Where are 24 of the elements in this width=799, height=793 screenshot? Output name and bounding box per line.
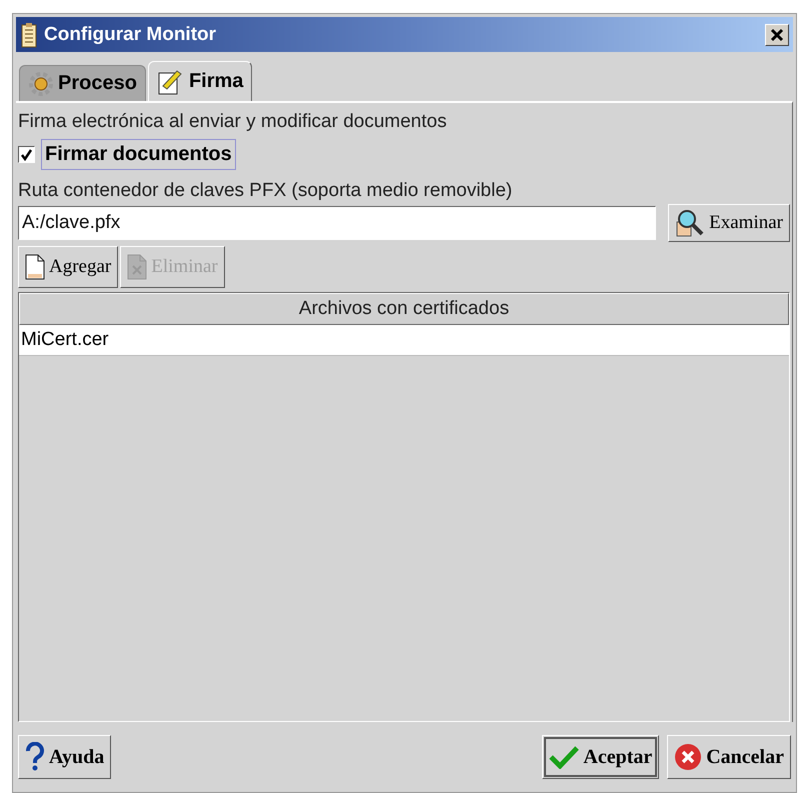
add-button[interactable]: Agregar: [18, 246, 118, 288]
accept-button[interactable]: Aceptar: [542, 735, 660, 779]
tab[interactable]: Firma: [148, 61, 252, 102]
browse-button[interactable]: Examinar: [668, 204, 790, 242]
document-icon: [127, 254, 148, 280]
close-button[interactable]: [765, 24, 789, 46]
cancel-button[interactable]: Cancelar: [667, 735, 791, 779]
checkbox[interactable]: [18, 146, 35, 164]
section-label: Firma electrónica al enviar y modificar documentos: [18, 111, 448, 134]
tab[interactable]: Proceso: [19, 65, 146, 102]
document-icon: [25, 254, 45, 280]
window-title: Configurar Monitor: [44, 24, 218, 46]
checkbox-label[interactable]: Firmar documentos: [41, 139, 236, 170]
help-button[interactable]: Ayuda: [18, 735, 112, 779]
column-header[interactable]: Archivos con certificados: [19, 293, 789, 326]
table-cell[interactable]: MiCert.cer: [19, 325, 789, 356]
gear-icon: [28, 70, 54, 97]
path-label: Ruta contenedor de claves PFX (soporta medio removible): [18, 180, 514, 202]
path-field[interactable]: A:/clave.pfx: [18, 206, 656, 240]
close-icon: [770, 28, 784, 42]
magnifier-icon: [675, 208, 706, 238]
checkmark-icon: [549, 745, 580, 769]
question-mark-icon: [25, 742, 45, 772]
cancel-icon: [674, 743, 702, 771]
